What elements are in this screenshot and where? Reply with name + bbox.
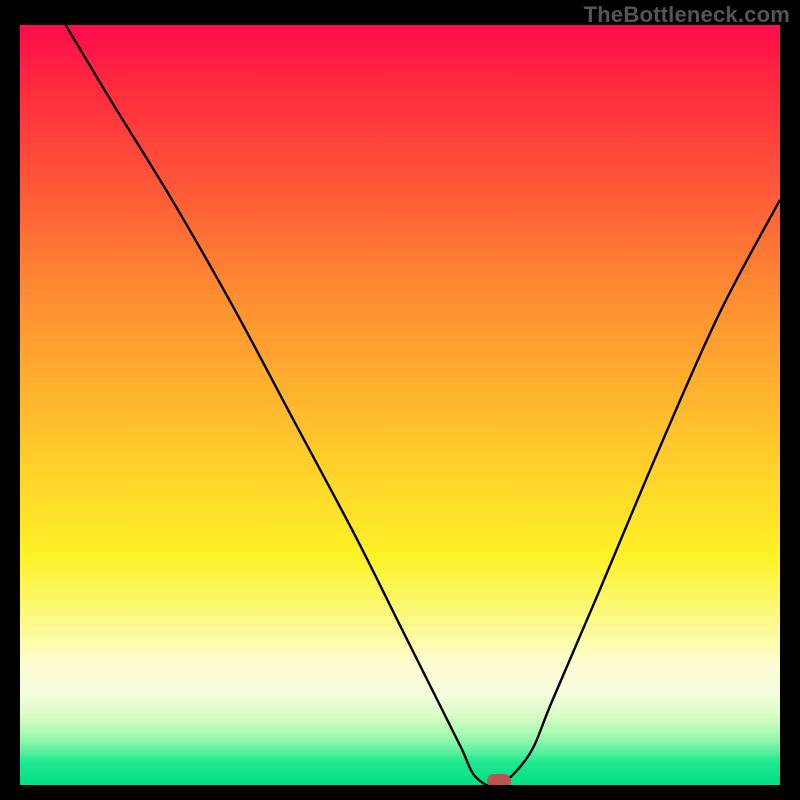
bottleneck-curve bbox=[20, 25, 780, 785]
chart-frame: TheBottleneck.com bbox=[0, 0, 800, 800]
curve-path bbox=[66, 25, 780, 785]
optimal-point-marker bbox=[487, 774, 511, 785]
watermark-label: TheBottleneck.com bbox=[584, 2, 790, 28]
plot-area bbox=[20, 25, 780, 785]
